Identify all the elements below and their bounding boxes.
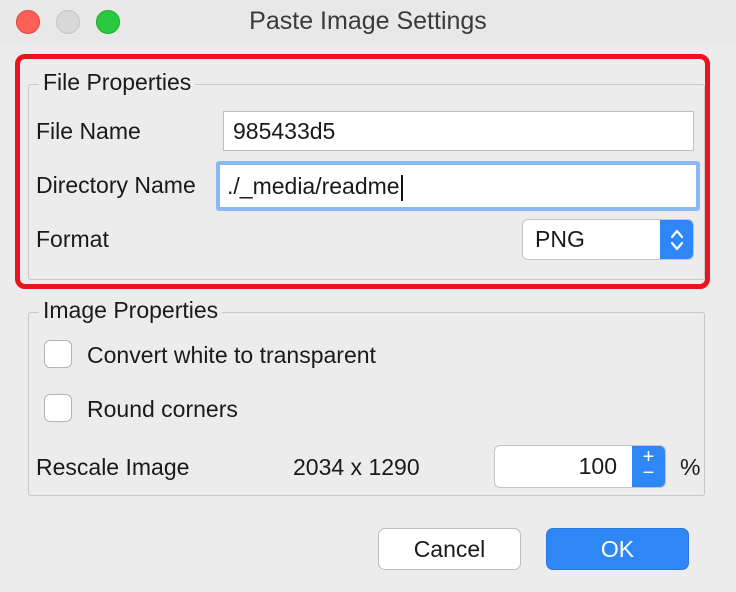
directory-name-value: ./_media/readme [227,173,400,199]
convert-white-label[interactable]: Convert white to transparent [87,342,376,369]
cancel-button[interactable]: Cancel [378,528,521,570]
ok-button[interactable]: OK [546,528,689,570]
file-name-label: File Name [36,118,141,144]
format-select[interactable]: PNG [522,219,694,260]
text-cursor [400,174,403,201]
scale-spinner[interactable]: 100 + − [494,445,666,488]
image-dimensions: 2034 x 1290 [293,454,420,480]
decrement-icon[interactable]: − [632,463,665,483]
round-corners-checkbox[interactable] [44,394,72,422]
file-properties-legend: File Properties [39,69,196,96]
scale-value: 100 [578,453,617,479]
title-bar: Paste Image Settings [0,0,736,44]
rescale-image-label: Rescale Image [36,454,190,480]
image-properties-legend: Image Properties [39,297,223,324]
format-label: Format [36,226,109,252]
convert-white-checkbox[interactable] [44,340,72,368]
format-select-value: PNG [535,226,585,252]
round-corners-label[interactable]: Round corners [87,396,238,423]
spinner-buttons: + − [632,446,665,487]
updown-chevron-icon [660,220,693,259]
percent-label: % [680,454,701,480]
file-name-field[interactable]: 985433d5 [223,111,694,151]
directory-name-label: Directory Name [36,172,196,198]
directory-name-field[interactable]: ./_media/readme [216,161,700,211]
window-title: Paste Image Settings [249,7,487,35]
